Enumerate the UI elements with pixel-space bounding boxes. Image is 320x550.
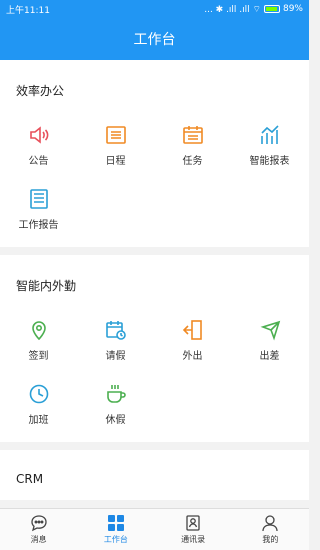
- list-icon: [105, 124, 127, 146]
- item-work-report[interactable]: 工作报告: [0, 177, 77, 241]
- section-efficiency: 效率办公 公告 日程 任务 智能报表 工作报告: [0, 60, 309, 247]
- speaker-icon: [28, 124, 50, 146]
- battery-icon: [263, 5, 280, 13]
- chat-icon: [30, 514, 48, 532]
- item-label: 日程: [105, 155, 126, 167]
- item-smart-report[interactable]: 智能报表: [231, 113, 308, 177]
- item-schedule[interactable]: 日程: [77, 113, 154, 177]
- door-exit-icon: [182, 319, 204, 341]
- airplane-icon: [259, 319, 281, 341]
- tab-contacts[interactable]: 通讯录: [155, 509, 232, 550]
- document-icon: [28, 188, 50, 210]
- tab-label: 消息: [30, 535, 47, 544]
- tab-label: 我的: [262, 535, 279, 544]
- item-grid: 公告 日程 任务 智能报表 工作报告: [0, 113, 309, 247]
- status-time: 上午11:11: [6, 5, 50, 16]
- chart-icon: [259, 124, 281, 146]
- main-content: 效率办公 公告 日程 任务 智能报表 工作报告 智能内外勤 签到 请假 外出 出…: [0, 60, 309, 508]
- tab-label: 工作台: [103, 535, 128, 544]
- item-label: 工作报告: [18, 219, 59, 231]
- item-label: 公告: [28, 155, 49, 167]
- section-crm: CRM: [0, 450, 309, 500]
- section-title: 智能内外勤: [16, 279, 77, 293]
- item-check-in[interactable]: 签到: [0, 308, 77, 372]
- item-vacation[interactable]: 休假: [77, 372, 154, 436]
- tab-label: 通讯录: [181, 535, 206, 544]
- item-label: 外出: [182, 350, 203, 362]
- grid-icon: [107, 514, 125, 532]
- item-go-out[interactable]: 外出: [154, 308, 231, 372]
- bottom-tab-bar: 消息 工作台 通讯录 我的: [0, 508, 309, 550]
- item-announcement[interactable]: 公告: [0, 113, 77, 177]
- status-bar: 上午11:11 ... ✱ .ıll .ıll ⌔ 89%: [0, 0, 309, 18]
- clock-icon: [28, 383, 50, 405]
- battery-level: 89%: [282, 4, 303, 14]
- person-icon: [261, 514, 279, 532]
- item-grid: 签到 请假 外出 出差 加班 休假: [0, 308, 309, 442]
- item-leave[interactable]: 请假: [77, 308, 154, 372]
- tab-me[interactable]: 我的: [232, 509, 309, 550]
- item-label: 签到: [28, 350, 49, 362]
- item-task[interactable]: 任务: [154, 113, 231, 177]
- section-title: 效率办公: [16, 84, 65, 98]
- item-label: 智能报表: [249, 155, 290, 167]
- calendar-clock-icon: [105, 319, 127, 341]
- coffee-icon: [105, 383, 127, 405]
- item-label: 任务: [182, 155, 203, 167]
- location-icon: [28, 319, 50, 341]
- item-overtime[interactable]: 加班: [0, 372, 77, 436]
- section-title: CRM: [16, 472, 44, 486]
- status-indicators: ... ✱ .ıll .ıll ⌔ 89%: [204, 4, 303, 15]
- item-label: 休假: [105, 414, 126, 426]
- signal-icons: ... ✱ .ıll .ıll ⌔: [204, 4, 261, 15]
- section-attendance: 智能内外勤 签到 请假 外出 出差 加班 休假: [0, 255, 309, 442]
- calendar-icon: [182, 124, 204, 146]
- item-label: 加班: [28, 414, 49, 426]
- tab-messages[interactable]: 消息: [0, 509, 77, 550]
- contacts-icon: [184, 514, 202, 532]
- item-business-trip[interactable]: 出差: [231, 308, 308, 372]
- item-label: 请假: [105, 350, 126, 362]
- page-title: 工作台: [133, 32, 176, 48]
- tab-workbench[interactable]: 工作台: [77, 509, 154, 550]
- title-bar: 工作台: [0, 18, 309, 60]
- item-label: 出差: [259, 350, 280, 362]
